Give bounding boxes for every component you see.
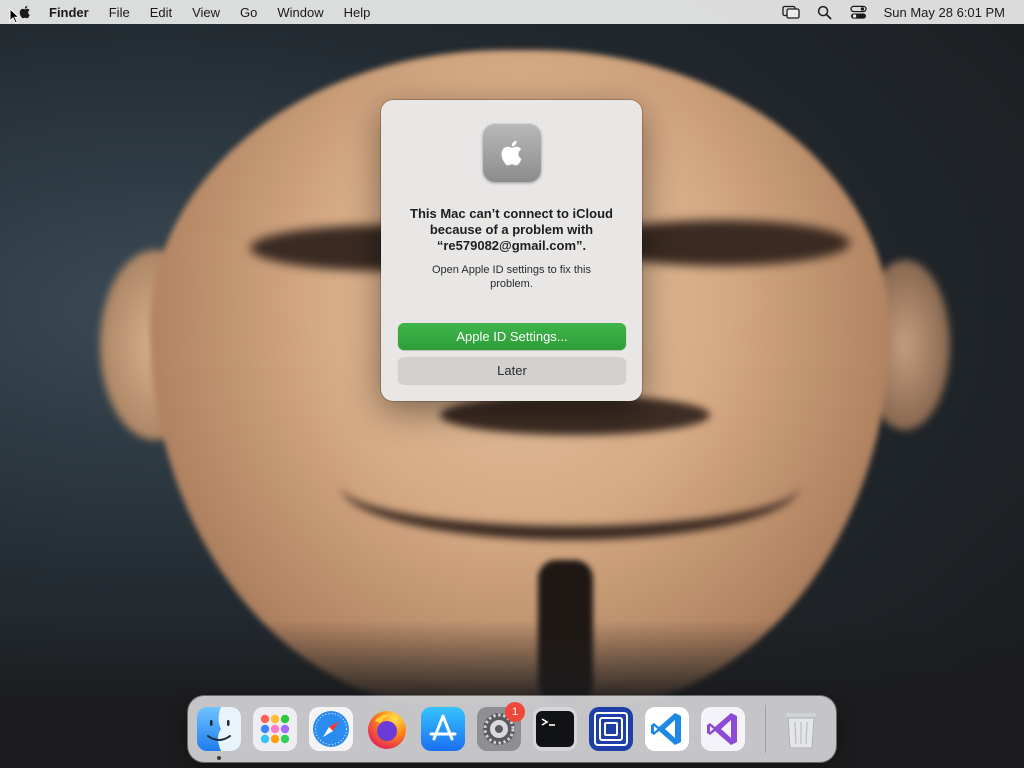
- later-button[interactable]: Later: [398, 357, 626, 384]
- icloud-alert-dialog: This Mac can’t connect to iCloud because…: [381, 100, 642, 401]
- finder-icon: [197, 707, 241, 751]
- running-indicator: [217, 756, 221, 760]
- app-store-icon: [421, 707, 465, 751]
- firefox-icon: [368, 711, 406, 749]
- menu-app-name[interactable]: Finder: [49, 5, 89, 20]
- dock-safari[interactable]: [309, 707, 353, 751]
- launchpad-icon: [253, 707, 297, 751]
- dock-system-settings[interactable]: 1: [477, 702, 525, 751]
- dialog-title: This Mac can’t connect to iCloud because…: [410, 206, 613, 253]
- dock-app-nested-squares[interactable]: [589, 707, 633, 751]
- dock-terminal[interactable]: [533, 707, 577, 751]
- menu-bar-clock[interactable]: Sun May 28 6:01 PM: [884, 5, 1005, 20]
- menu-view[interactable]: View: [192, 5, 220, 20]
- dialog-message: Open Apple ID settings to fix this probl…: [432, 264, 591, 290]
- screen-mirroring-icon[interactable]: [781, 4, 800, 20]
- control-center-icon[interactable]: [850, 4, 868, 20]
- menu-file[interactable]: File: [109, 5, 130, 20]
- dock-firefox[interactable]: [365, 707, 409, 751]
- trash-icon: [786, 713, 816, 749]
- dock-separator: [765, 705, 766, 753]
- dock-vscode[interactable]: [645, 707, 689, 751]
- terminal-icon: [533, 707, 577, 751]
- dock: 1: [188, 696, 836, 762]
- dock-visual-studio[interactable]: [701, 707, 745, 751]
- spotlight-search-icon[interactable]: [816, 4, 834, 20]
- menu-window[interactable]: Window: [277, 5, 323, 20]
- menu-go[interactable]: Go: [240, 5, 257, 20]
- menu-bar: Finder File Edit View Go Window Help Sun…: [0, 0, 1024, 24]
- wallpaper-shape: [340, 430, 800, 540]
- dock-app-store[interactable]: [421, 707, 465, 751]
- dock-trash[interactable]: [779, 707, 823, 751]
- dock-finder[interactable]: [197, 707, 241, 760]
- nested-squares-icon: [589, 707, 633, 751]
- safari-icon: [309, 707, 353, 751]
- menu-edit[interactable]: Edit: [150, 5, 172, 20]
- dock-launchpad[interactable]: [253, 707, 297, 751]
- notification-badge: 1: [505, 702, 525, 722]
- vscode-icon: [645, 707, 689, 751]
- mouse-pointer-icon: [9, 8, 21, 24]
- wallpaper-shape: [440, 395, 710, 435]
- apple-id-settings-button[interactable]: Apple ID Settings...: [398, 323, 626, 350]
- apple-logo-icon: [483, 124, 541, 182]
- menu-help[interactable]: Help: [344, 5, 371, 20]
- visual-studio-icon: [701, 707, 745, 751]
